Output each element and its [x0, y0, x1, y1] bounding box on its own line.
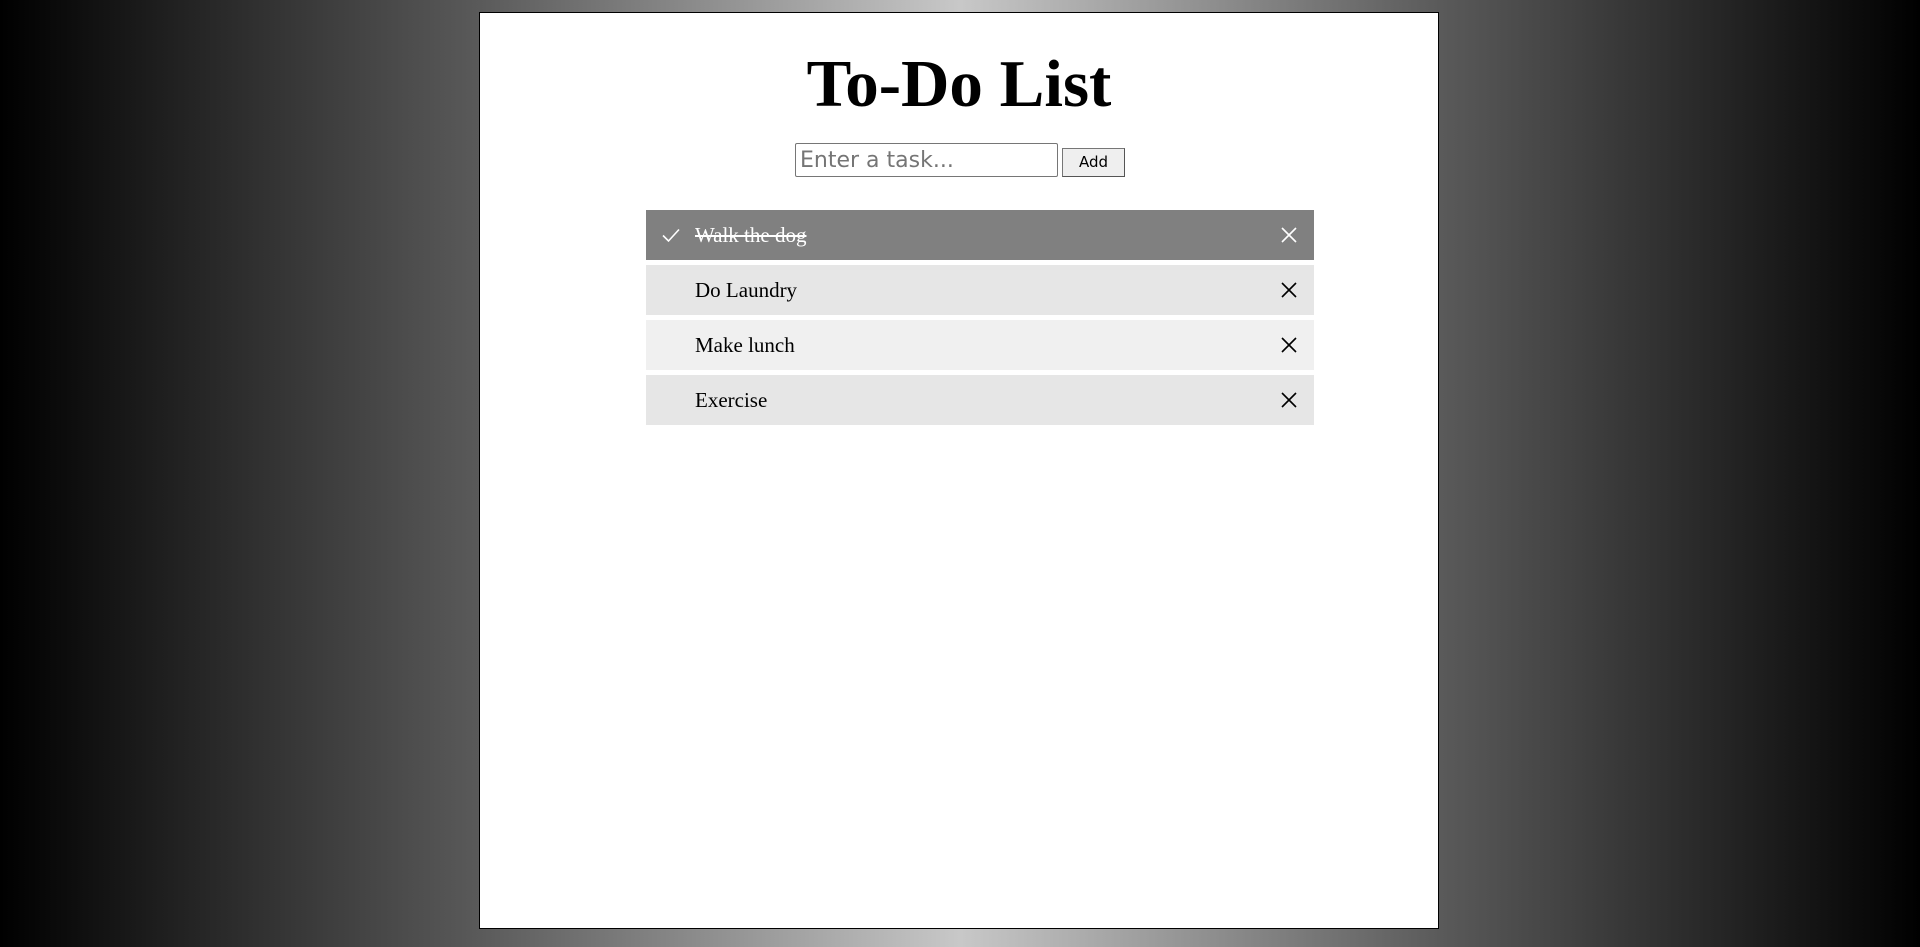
task-item[interactable]: Walk the dog	[646, 210, 1314, 260]
delete-task-button[interactable]	[1264, 375, 1314, 425]
task-label: Exercise	[695, 388, 768, 412]
todo-panel: To-Do List Add Walk the dog Do Laundry	[479, 12, 1439, 929]
task-item[interactable]: Exercise	[646, 375, 1314, 425]
task-item[interactable]: Do Laundry	[646, 265, 1314, 315]
add-task-form: Add	[795, 140, 1125, 180]
task-list: Walk the dog Do Laundry Make lunch Exerc…	[646, 210, 1314, 430]
task-item[interactable]: Make lunch	[646, 320, 1314, 370]
task-input[interactable]	[795, 143, 1058, 177]
task-label: Do Laundry	[695, 278, 798, 302]
delete-task-button[interactable]	[1264, 210, 1314, 260]
task-label: Walk the dog	[695, 223, 807, 247]
close-icon	[1281, 337, 1297, 353]
delete-task-button[interactable]	[1264, 320, 1314, 370]
close-icon	[1281, 282, 1297, 298]
delete-task-button[interactable]	[1264, 265, 1314, 315]
close-icon	[1281, 392, 1297, 408]
task-label: Make lunch	[695, 333, 795, 357]
check-icon	[661, 225, 681, 245]
page-title: To-Do List	[806, 47, 1112, 121]
close-icon	[1281, 227, 1297, 243]
add-button[interactable]: Add	[1062, 147, 1125, 177]
